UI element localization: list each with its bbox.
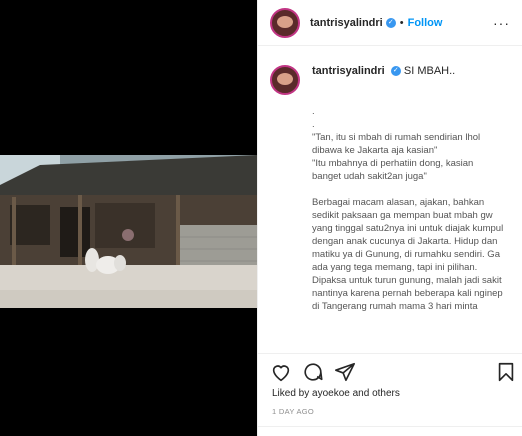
divider	[258, 426, 522, 427]
post-side-panel: tantrisyalindri ✓ • Follow ··· tantrisya…	[257, 0, 522, 436]
caption-username[interactable]: tantrisyalindri	[312, 65, 385, 77]
caption-header: tantrisyalindri ✓ SI MBAH..	[270, 65, 512, 95]
verified-badge-icon: ✓	[390, 66, 401, 77]
paper-plane-icon[interactable]	[334, 361, 356, 383]
liked-by-text[interactable]: Liked by ayoekoe and others	[272, 388, 400, 399]
caption-title-line: tantrisyalindri ✓ SI MBAH..	[312, 65, 455, 95]
timestamp[interactable]: 1 DAY AGO	[272, 407, 314, 416]
post-photo[interactable]	[0, 0, 257, 436]
post-header: tantrisyalindri ✓ • Follow ···	[258, 0, 522, 46]
more-options-icon[interactable]: ···	[493, 15, 510, 31]
comment-icon[interactable]	[302, 361, 324, 383]
avatar[interactable]	[270, 7, 300, 38]
house-photo	[0, 155, 257, 308]
verified-badge-icon: ✓	[385, 17, 396, 28]
heart-icon[interactable]	[270, 361, 292, 383]
separator-dot: •	[399, 16, 404, 29]
caption-title: SI MBAH..	[403, 65, 456, 77]
username-link[interactable]: tantrisyalindri	[310, 17, 383, 29]
caption-avatar[interactable]	[270, 65, 300, 95]
caption-body: . . "Tan, itu si mbah di rumah sendirian…	[312, 106, 504, 312]
follow-button[interactable]: Follow	[408, 17, 443, 29]
caption-area: tantrisyalindri ✓ SI MBAH.. . . "Tan, it…	[258, 47, 522, 353]
action-bar	[258, 353, 522, 382]
bookmark-icon[interactable]	[495, 361, 517, 383]
